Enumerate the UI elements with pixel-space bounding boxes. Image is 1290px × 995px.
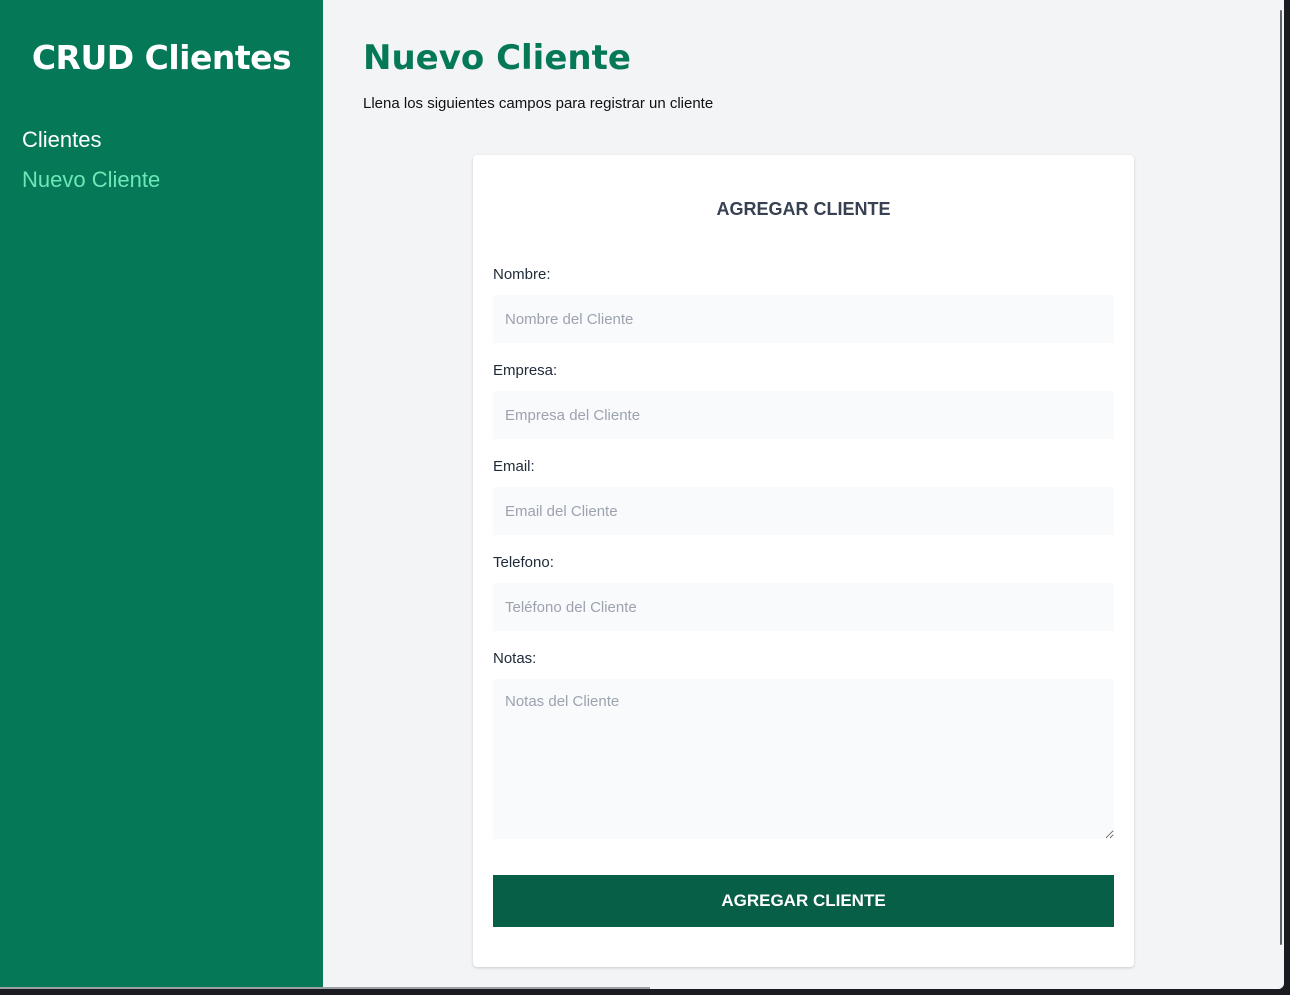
- page-title: Nuevo Cliente: [363, 38, 631, 78]
- vertical-scrollbar-thumb[interactable]: [1280, 10, 1282, 945]
- telefono-input[interactable]: [493, 583, 1114, 631]
- notas-textarea[interactable]: [493, 679, 1114, 839]
- new-client-form: AGREGAR CLIENTE Nombre: Empresa: Email: …: [473, 155, 1134, 967]
- empresa-label: Empresa:: [493, 362, 558, 379]
- email-label: Email:: [493, 458, 535, 475]
- notas-label: Notas:: [493, 650, 537, 667]
- sidebar-nav: Clientes Nuevo Cliente: [22, 120, 160, 200]
- agregar-cliente-button[interactable]: AGREGAR CLIENTE: [493, 875, 1114, 927]
- page-subtitle: Llena los siguientes campos para registr…: [363, 95, 714, 112]
- horizontal-scrollbar[interactable]: [0, 987, 650, 989]
- form-title: AGREGAR CLIENTE: [716, 199, 891, 219]
- sidebar-item-clientes[interactable]: Clientes: [22, 120, 160, 160]
- telefono-label: Telefono:: [493, 554, 554, 571]
- nombre-label: Nombre:: [493, 266, 551, 283]
- sidebar: CRUD Clientes Clientes Nuevo Cliente: [0, 0, 323, 989]
- brand-title: CRUD Clientes: [31, 38, 292, 77]
- email-input[interactable]: [493, 487, 1114, 535]
- nombre-input[interactable]: [493, 295, 1114, 343]
- main-content: Nuevo Cliente Llena los siguientes campo…: [323, 0, 1284, 989]
- app-window: CRUD Clientes Clientes Nuevo Cliente Nue…: [0, 0, 1284, 989]
- empresa-input[interactable]: [493, 391, 1114, 439]
- sidebar-item-nuevo-cliente[interactable]: Nuevo Cliente: [22, 160, 160, 200]
- vertical-scrollbar[interactable]: [1278, 0, 1284, 989]
